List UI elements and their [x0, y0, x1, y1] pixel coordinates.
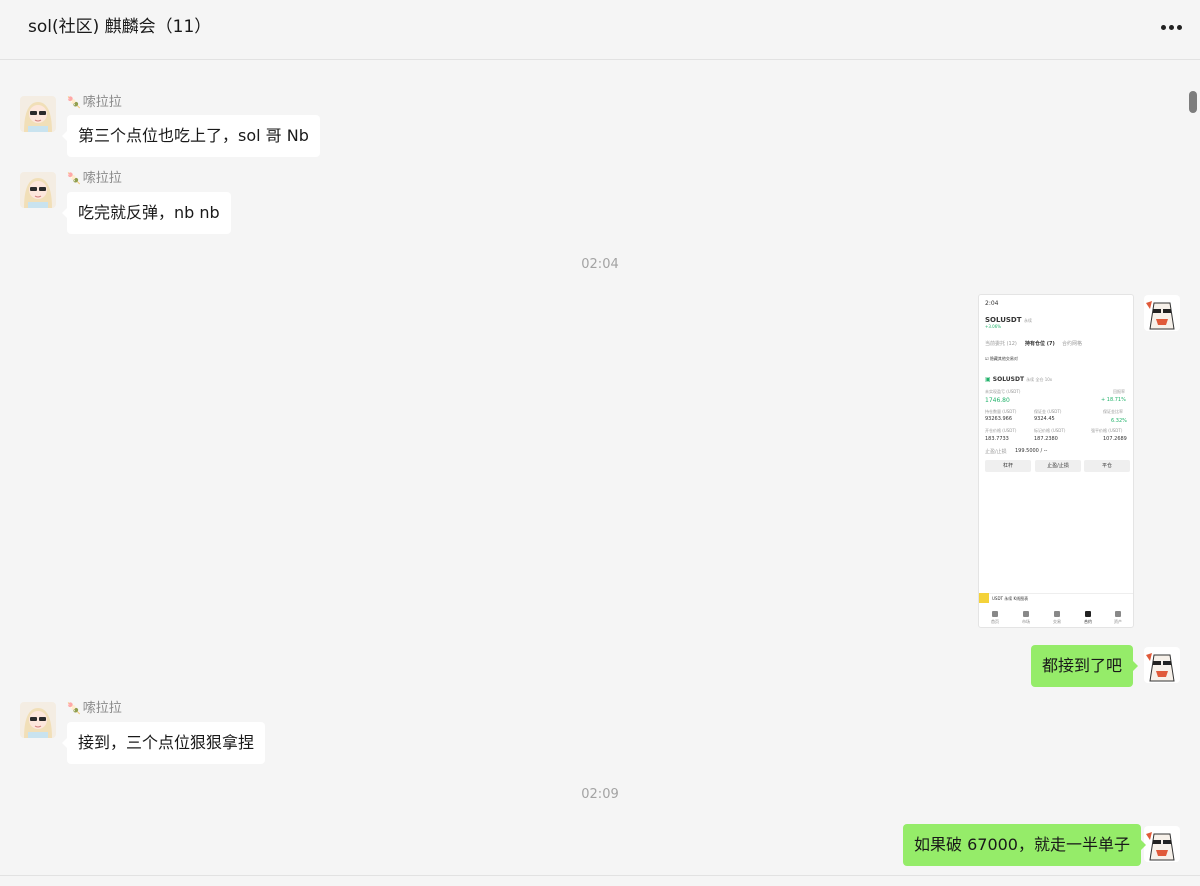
- timestamp-divider: 02:09: [581, 787, 619, 802]
- avatar-cartoon-sunglasses[interactable]: [1144, 295, 1180, 331]
- pair-name: SOLUSDT 永续: [985, 316, 1032, 324]
- message-bubble-outgoing[interactable]: 都接到了吧: [1031, 645, 1139, 687]
- avatar-anime-girl[interactable]: [20, 96, 56, 132]
- timestamp-divider: 02:04: [581, 257, 619, 272]
- sender-nickname: 🍡 嗦拉拉: [67, 171, 122, 186]
- message-bubble-incoming[interactable]: 吃完就反弹，nb nb: [62, 192, 231, 234]
- hide-other-checkbox: ☑ 隐藏其他交易对: [985, 356, 1018, 361]
- avatar-anime-girl[interactable]: [20, 702, 56, 738]
- avatar-cartoon-sunglasses[interactable]: [1144, 826, 1180, 862]
- image-message-screenshot[interactable]: 2:04 SOLUSDT 永续 +3.06% 当前委托 (12) 持有仓位 (7…: [978, 294, 1134, 628]
- message-list[interactable]: 🍡 嗦拉拉 第三个点位也吃上了，sol 哥 Nb 🍡 嗦拉拉 吃完就反弹，nb …: [0, 61, 1200, 875]
- message-bubble-incoming[interactable]: 第三个点位也吃上了，sol 哥 Nb: [62, 115, 320, 157]
- nickname-badge-icon: 🍡: [67, 96, 81, 109]
- chat-title: sol(社区) 麒麟会（11）: [28, 17, 212, 37]
- sender-nickname: 🍡 嗦拉拉: [67, 701, 122, 716]
- nickname-badge-icon: 🍡: [67, 702, 81, 715]
- nickname-badge-icon: 🍡: [67, 172, 81, 185]
- footer-badge-icon: [979, 593, 989, 603]
- chat-header: sol(社区) 麒麟会（11）: [0, 0, 1200, 60]
- message-bubble-outgoing[interactable]: 如果破 67000，就走一半单子: [903, 824, 1146, 866]
- avatar-anime-girl[interactable]: [20, 172, 56, 208]
- message-bubble-incoming[interactable]: 接到，三个点位狠狠拿捏: [61, 722, 266, 764]
- avatar-cartoon-sunglasses[interactable]: [1144, 647, 1180, 683]
- scrollbar-thumb[interactable]: [1189, 91, 1197, 113]
- more-horizontal-icon[interactable]: [1156, 14, 1186, 40]
- sender-nickname: 🍡 嗦拉拉: [67, 95, 122, 110]
- input-area-divider: [0, 875, 1200, 886]
